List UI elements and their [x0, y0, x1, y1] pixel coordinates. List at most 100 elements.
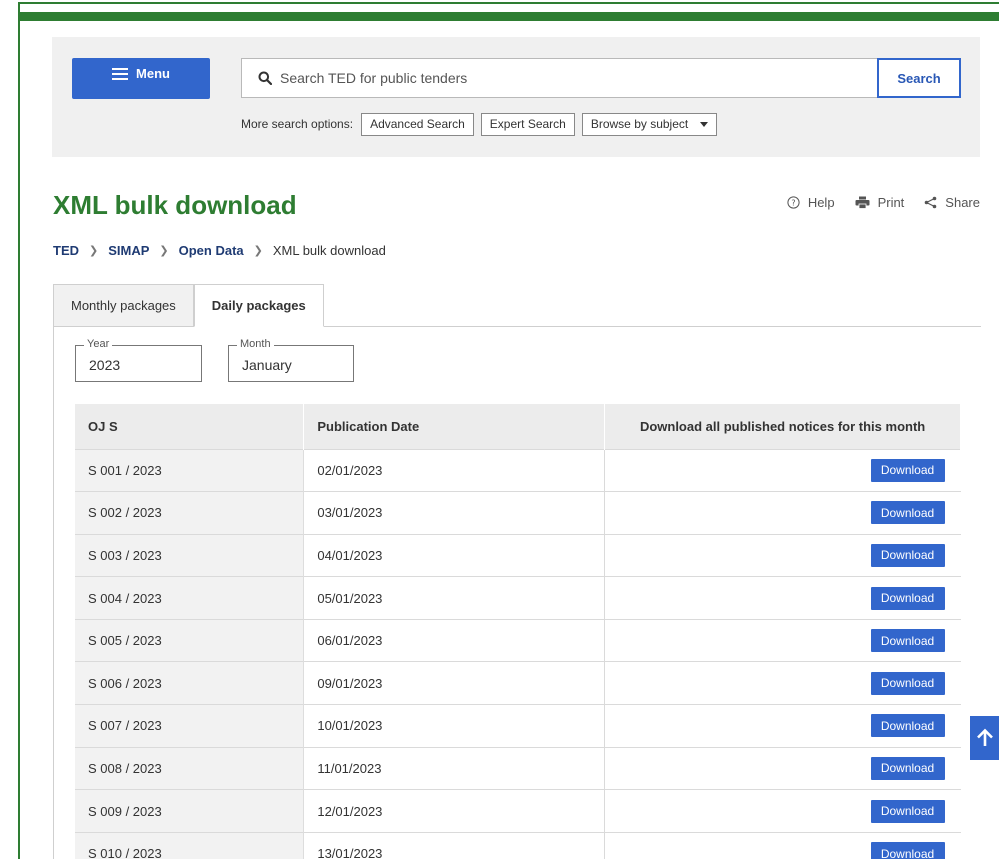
chevron-right-icon: ❯	[159, 245, 169, 257]
cell-download: Download	[604, 661, 961, 705]
back-to-top-button[interactable]	[970, 716, 999, 760]
cell-download: Download	[604, 618, 961, 662]
column-header-download: Download all published notices for this …	[604, 404, 961, 449]
cell-download: Download	[604, 533, 961, 577]
search-icon	[258, 71, 272, 85]
search-panel: Menu Search More search options: Advance…	[52, 37, 980, 157]
breadcrumb-ted[interactable]: TED	[53, 243, 79, 258]
cell-ojs: S 009 / 2023	[75, 789, 305, 833]
cell-ojs: S 001 / 2023	[75, 448, 305, 492]
expert-search-button[interactable]: Expert Search	[480, 112, 575, 136]
print-label: Print	[877, 195, 905, 210]
download-button[interactable]: Download	[870, 543, 945, 567]
print-icon	[855, 196, 870, 209]
print-action[interactable]: Print	[855, 195, 905, 210]
cell-ojs: S 007 / 2023	[75, 704, 305, 748]
cell-publication-date: 06/01/2023	[303, 618, 606, 662]
page-title: XML bulk download	[53, 190, 297, 220]
cell-ojs: S 003 / 2023	[75, 533, 305, 577]
browse-by-subject-button[interactable]: Browse by subject	[581, 112, 718, 136]
cell-publication-date: 12/01/2023	[303, 789, 606, 833]
table-row: S 005 / 2023 06/01/2023 Download	[75, 618, 961, 662]
help-label: Help	[807, 195, 835, 210]
cell-publication-date: 05/01/2023	[303, 576, 606, 620]
download-button[interactable]: Download	[870, 756, 945, 780]
menu-label: Menu	[136, 66, 170, 81]
table-row: S 003 / 2023 04/01/2023 Download	[75, 533, 961, 577]
year-legend: Year	[84, 338, 113, 350]
tab-monthly-packages[interactable]: Monthly packages	[53, 284, 194, 327]
cell-ojs: S 006 / 2023	[75, 661, 305, 705]
table-row: S 002 / 2023 03/01/2023 Download	[75, 491, 961, 535]
table-row: S 001 / 2023 02/01/2023 Download	[75, 448, 961, 492]
search-box	[241, 58, 878, 98]
cell-publication-date: 03/01/2023	[303, 491, 606, 535]
month-legend: Month	[237, 338, 274, 350]
arrow-up-icon	[976, 728, 993, 746]
more-search-options: More search options: Advanced Search Exp…	[241, 112, 718, 136]
cell-download: Download	[604, 576, 961, 620]
share-icon	[924, 196, 937, 209]
year-value: 2023	[89, 357, 121, 373]
table-row: S 004 / 2023 05/01/2023 Download	[75, 576, 961, 620]
search-button[interactable]: Search	[877, 58, 961, 98]
more-options-label: More search options:	[241, 117, 354, 131]
chevron-right-icon: ❯	[253, 245, 263, 257]
download-button[interactable]: Download	[870, 458, 945, 482]
search-input[interactable]	[280, 70, 840, 86]
top-green-bar	[20, 12, 999, 21]
caret-down-icon	[700, 121, 709, 127]
download-button[interactable]: Download	[870, 629, 945, 653]
download-button[interactable]: Download	[870, 714, 945, 738]
cell-download: Download	[604, 491, 961, 535]
cell-publication-date: 04/01/2023	[303, 533, 606, 577]
table-body: S 001 / 2023 02/01/2023 Download S 002 /…	[75, 448, 961, 859]
download-button[interactable]: Download	[870, 501, 945, 525]
year-select[interactable]: Year 2023	[75, 338, 202, 382]
advanced-search-button[interactable]: Advanced Search	[361, 112, 474, 136]
cell-ojs: S 008 / 2023	[75, 746, 305, 790]
menu-button[interactable]: Menu	[72, 58, 210, 99]
cell-download: Download	[604, 746, 961, 790]
table-row: S 006 / 2023 09/01/2023 Download	[75, 661, 961, 705]
table-row: S 010 / 2023 13/01/2023 Download	[75, 831, 961, 859]
hamburger-icon	[112, 67, 129, 80]
cell-download: Download	[604, 704, 961, 748]
breadcrumb: TED ❯ SIMAP ❯ Open Data ❯ XML bulk downl…	[53, 243, 386, 258]
packages-table: OJ S Publication Date Download all publi…	[75, 404, 961, 859]
cell-publication-date: 11/01/2023	[303, 746, 606, 790]
cell-ojs: S 010 / 2023	[75, 831, 305, 859]
help-icon: ?	[787, 196, 800, 209]
breadcrumb-current: XML bulk download	[272, 243, 386, 258]
download-button[interactable]: Download	[870, 799, 945, 823]
month-select[interactable]: Month January	[228, 338, 354, 382]
share-action[interactable]: Share	[924, 195, 980, 210]
column-header-publication-date: Publication Date	[303, 404, 606, 449]
breadcrumb-simap[interactable]: SIMAP	[108, 243, 149, 258]
cell-publication-date: 13/01/2023	[303, 831, 606, 859]
cell-ojs: S 005 / 2023	[75, 618, 305, 662]
browse-by-subject-label: Browse by subject	[590, 117, 689, 131]
download-button[interactable]: Download	[870, 586, 945, 610]
cell-ojs: S 004 / 2023	[75, 576, 305, 620]
cell-download: Download	[604, 831, 961, 859]
cell-download: Download	[604, 448, 961, 492]
month-value: January	[242, 357, 292, 373]
download-button[interactable]: Download	[870, 671, 945, 695]
page-actions: ? Help Print Share	[787, 195, 980, 210]
cell-ojs: S 002 / 2023	[75, 491, 305, 535]
svg-text:?: ?	[791, 199, 795, 208]
table-header-row: OJ S Publication Date Download all publi…	[75, 404, 961, 449]
table-row: S 009 / 2023 12/01/2023 Download	[75, 789, 961, 833]
download-button[interactable]: Download	[870, 842, 945, 859]
column-header-ojs: OJ S	[75, 404, 305, 449]
tab-daily-packages[interactable]: Daily packages	[193, 284, 324, 327]
package-tabs: Monthly packages Daily packages	[53, 284, 324, 327]
cell-publication-date: 09/01/2023	[303, 661, 606, 705]
table-row: S 007 / 2023 10/01/2023 Download	[75, 704, 961, 748]
breadcrumb-open-data[interactable]: Open Data	[179, 243, 244, 258]
share-label: Share	[945, 195, 980, 210]
help-action[interactable]: ? Help	[787, 195, 835, 210]
table-row: S 008 / 2023 11/01/2023 Download	[75, 746, 961, 790]
cell-download: Download	[604, 789, 961, 833]
